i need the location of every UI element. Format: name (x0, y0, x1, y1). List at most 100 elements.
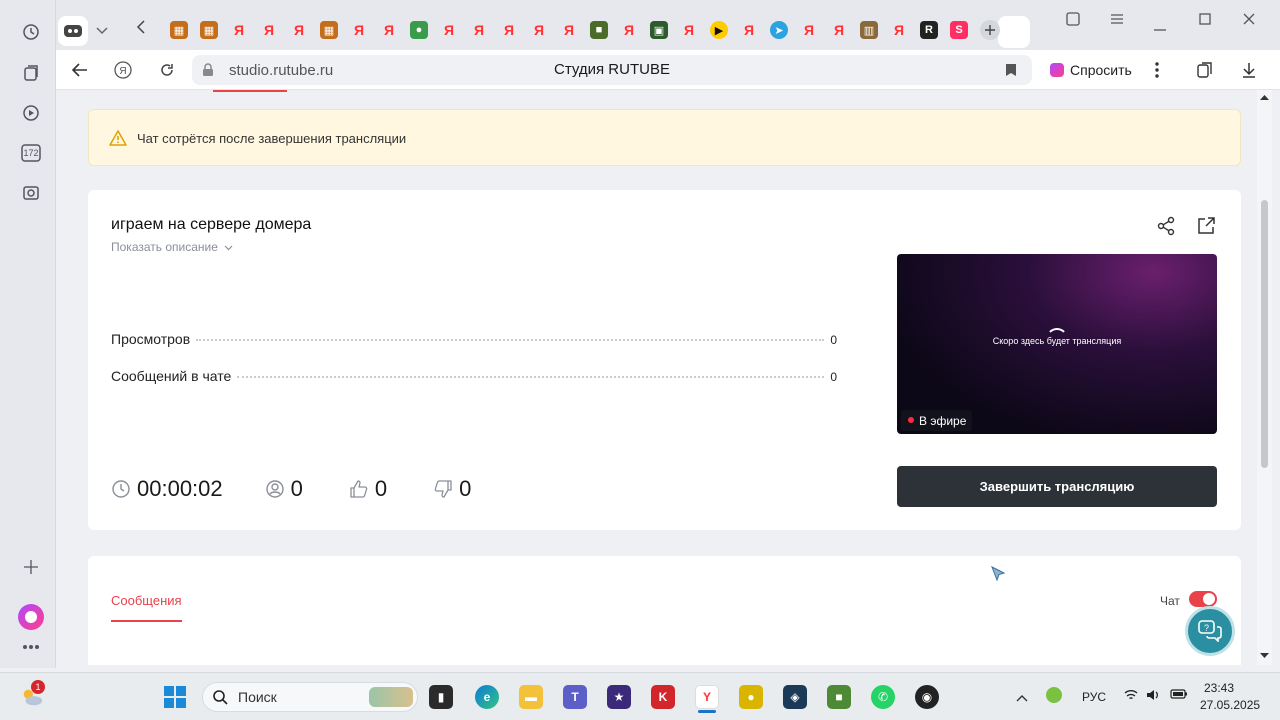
clock-date[interactable]: 27.05.2025 (1200, 698, 1260, 712)
scroll-down-icon[interactable] (1260, 653, 1269, 659)
url-field[interactable]: studio.rutube.ru Студия RUTUBE (192, 55, 1032, 85)
tab-favicon-rutube[interactable]: R (920, 21, 938, 39)
clock-time[interactable]: 23:43 (1204, 681, 1234, 695)
tab-favicon-yandex[interactable]: Я (380, 21, 398, 39)
warning-icon (109, 130, 127, 146)
minimize-icon[interactable] (1154, 18, 1166, 34)
tab-favicon-yandex[interactable]: Я (740, 21, 758, 39)
dislikes-metric: 0 (433, 476, 471, 502)
tab-favicon-yandex[interactable]: Я (890, 21, 908, 39)
tab-favicon-yandex[interactable]: Я (470, 21, 488, 39)
active-app-indicator (698, 710, 716, 713)
security-app-icon[interactable]: ◈ (783, 685, 807, 709)
play-icon[interactable] (18, 100, 44, 126)
tab-favicon-cat[interactable]: ▦ (170, 21, 188, 39)
tab-favicon-telegram[interactable]: ➤ (770, 21, 788, 39)
tab-favicon-yandex[interactable]: Я (800, 21, 818, 39)
volume-icon[interactable] (1146, 688, 1160, 706)
obs-icon[interactable]: ◉ (915, 685, 939, 709)
alice-assistant-icon[interactable] (18, 604, 44, 630)
tab-favicon-yandex[interactable]: Я (260, 21, 278, 39)
scrollbar-thumb[interactable] (1261, 200, 1268, 468)
stat-row-chat-messages: Сообщений в чате 0 (111, 368, 837, 384)
yandex-home-icon[interactable]: Я (113, 60, 133, 80)
yandex-browser-icon[interactable]: Y (695, 685, 719, 709)
edge-browser-icon[interactable]: e (475, 685, 499, 709)
bookmarks-panel-icon[interactable] (1066, 12, 1080, 29)
language-indicator[interactable]: РУС (1082, 690, 1106, 704)
ask-label: Спросить (1070, 62, 1132, 78)
ask-alice-button[interactable]: Спросить (1046, 56, 1140, 84)
reload-button[interactable] (157, 60, 177, 80)
tab-favicon-game[interactable]: ▣ (650, 21, 668, 39)
counter-icon[interactable]: 172 (18, 140, 44, 166)
teams-icon[interactable]: T (563, 685, 587, 709)
game-app-icon[interactable]: ★ (607, 685, 631, 709)
scroll-up-icon[interactable] (1260, 94, 1269, 100)
maximize-icon[interactable] (1199, 12, 1211, 28)
taskbar-search-input[interactable]: Поиск (202, 682, 418, 712)
page-scrollbar[interactable] (1257, 90, 1272, 665)
counter-label: 172 (23, 148, 39, 158)
tab-favicon-yandex[interactable]: Я (680, 21, 698, 39)
tab-messages[interactable]: Сообщения (111, 593, 182, 622)
screenshot-icon[interactable] (18, 180, 44, 206)
kaspersky-icon[interactable]: K (651, 685, 675, 709)
tab-favicon-cat[interactable]: ▦ (320, 21, 338, 39)
tab-favicon-yandex[interactable]: Я (350, 21, 368, 39)
new-tab-button[interactable] (980, 20, 1000, 40)
download-icon[interactable] (1239, 60, 1259, 80)
chat-card: Сообщения Чат (88, 556, 1241, 665)
tab-favicon-yandex[interactable]: Я (230, 21, 248, 39)
more-icon[interactable] (18, 634, 44, 660)
menu-icon[interactable] (1110, 12, 1124, 28)
thumbs-up-icon (350, 480, 368, 498)
tab-favicon-play[interactable]: ▶ (710, 21, 728, 39)
whatsapp-icon[interactable]: ✆ (871, 685, 895, 709)
tabs-scroll-left-icon[interactable] (136, 20, 146, 37)
stat-row-views: Просмотров 0 (111, 331, 837, 347)
tab-favicon-other[interactable]: ▥ (860, 21, 878, 39)
active-tab[interactable] (998, 16, 1030, 48)
tab-favicon-minecraft[interactable]: ■ (590, 21, 608, 39)
app-icon-yellow[interactable]: ● (739, 685, 763, 709)
chevron-down-icon[interactable] (96, 22, 108, 38)
stream-preview[interactable]: Скоро здесь будет трансляция В эфире (897, 254, 1217, 434)
external-link-icon[interactable] (1196, 216, 1216, 236)
tab-favicon-green[interactable]: ● (410, 21, 428, 39)
tab-favicon-yandex[interactable]: Я (620, 21, 638, 39)
chat-toggle[interactable] (1189, 591, 1217, 607)
tab-favicon-yandex[interactable]: Я (440, 21, 458, 39)
tab-favicon-cat[interactable]: ▦ (200, 21, 218, 39)
back-button[interactable] (70, 60, 90, 80)
tab-groups-button[interactable] (58, 16, 88, 46)
collections-button-icon[interactable] (1195, 60, 1215, 80)
close-window-icon[interactable] (1243, 12, 1255, 28)
stream-metrics: 00:00:02 0 0 0 (111, 476, 511, 502)
tab-favicon-yandex[interactable]: Я (560, 21, 578, 39)
battery-icon[interactable] (1170, 687, 1188, 705)
collections-icon[interactable] (18, 60, 44, 86)
tab-favicon-yandex[interactable]: Я (530, 21, 548, 39)
tray-chevron-up-icon[interactable] (1016, 689, 1028, 707)
file-explorer-icon[interactable]: ▬ (519, 685, 543, 709)
lock-icon (203, 63, 213, 76)
chat-warning-alert: Чат сотрётся после завершения трансляции (88, 109, 1241, 166)
more-options-icon[interactable] (1147, 60, 1167, 80)
minecraft-icon[interactable]: ■ (827, 685, 851, 709)
tab-favicon-rutube-studio[interactable]: S (950, 21, 968, 39)
bookmark-icon[interactable] (1005, 63, 1017, 77)
add-icon[interactable] (18, 554, 44, 580)
tab-favicon-yandex[interactable]: Я (290, 21, 308, 39)
support-chat-button[interactable]: ? (1185, 606, 1235, 656)
task-view-icon[interactable]: ▮ (429, 685, 453, 709)
end-stream-button[interactable]: Завершить трансляцию (897, 466, 1217, 507)
show-description-link[interactable]: Показать описание (111, 240, 233, 254)
tray-app-icon[interactable] (1046, 687, 1062, 703)
wifi-icon[interactable] (1124, 688, 1138, 706)
windows-start-icon[interactable] (163, 685, 187, 709)
history-icon[interactable] (18, 19, 44, 45)
share-icon[interactable] (1156, 216, 1176, 236)
tab-favicon-yandex[interactable]: Я (830, 21, 848, 39)
tab-favicon-yandex[interactable]: Я (500, 21, 518, 39)
